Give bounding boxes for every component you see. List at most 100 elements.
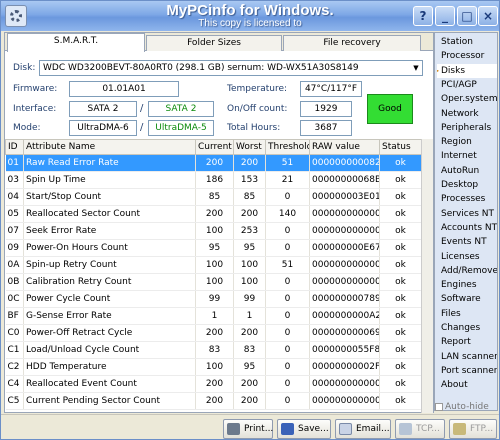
sidebar-item-accounts-nt[interactable]: Accounts NT bbox=[437, 221, 497, 235]
sidebar-item-pci-agp[interactable]: PCI/AGP bbox=[437, 78, 497, 92]
cell-raw: 000000000000 bbox=[309, 256, 380, 274]
sidebar: StationProcessorDisksPCI/AGPOper.systemN… bbox=[434, 32, 498, 411]
sidebar-item-processor[interactable]: Processor bbox=[437, 49, 497, 63]
cell-raw: 000000000069 bbox=[309, 324, 380, 342]
table-row[interactable]: C1 Load/Unload Cycle Count 83 83 0 0000000055… bbox=[5, 341, 421, 359]
col-header-current[interactable]: Current bbox=[195, 139, 234, 155]
disk-select[interactable]: WDC WD3200BEVT-80A0RT0 (298.1 GB) sernum… bbox=[39, 60, 423, 76]
table-row[interactable]: 01 Raw Read Error Rate 200 200 51 00000000008… bbox=[5, 154, 421, 172]
table-row[interactable]: 09 Power-On Hours Count 95 95 0 000000000E67 o… bbox=[5, 239, 421, 257]
table-row[interactable]: 0B Calibration Retry Count 100 100 0 00000000… bbox=[5, 273, 421, 291]
tab-smart[interactable]: S.M.A.R.T. bbox=[7, 33, 145, 52]
cell-current: 100 bbox=[195, 256, 234, 274]
col-header-threshold[interactable]: Threshold bbox=[265, 139, 310, 155]
table-row[interactable]: 0A Spin-up Retry Count 100 100 51 00000000000… bbox=[5, 256, 421, 274]
cell-attribute: G-Sense Error Rate bbox=[23, 307, 196, 325]
table-row[interactable]: C5 Current Pending Sector Count 200 200 0 000… bbox=[5, 392, 421, 410]
interface-label: Interface: bbox=[13, 104, 57, 114]
sidebar-item-engines[interactable]: Engines bbox=[437, 278, 497, 292]
dropdown-arrow-icon[interactable]: ▼ bbox=[410, 61, 422, 75]
sidebar-item-events-nt[interactable]: Events NT bbox=[437, 235, 497, 249]
tab-folder-sizes[interactable]: Folder Sizes bbox=[146, 35, 282, 51]
sidebar-item-processes[interactable]: Processes bbox=[437, 192, 497, 206]
help-button[interactable]: ? bbox=[413, 6, 433, 26]
title-bar[interactable]: MyPCinfo for Windows. This copy is licen… bbox=[1, 1, 499, 31]
cell-status: ok bbox=[379, 392, 421, 410]
ftp-button[interactable]: FTP... bbox=[449, 419, 497, 439]
interface-separator: / bbox=[140, 103, 144, 114]
table-row[interactable]: 03 Spin Up Time 186 153 21 00000000068B ok bbox=[5, 171, 421, 189]
printer-icon bbox=[227, 423, 240, 435]
cell-id: 0A bbox=[5, 256, 24, 274]
sidebar-item-lan-scanner[interactable]: LAN scanner bbox=[437, 350, 497, 364]
print-button[interactable]: Print... bbox=[223, 419, 273, 439]
sidebar-item-about[interactable]: About bbox=[437, 378, 497, 392]
sidebar-item-region[interactable]: Region bbox=[437, 135, 497, 149]
cell-worst: 95 bbox=[233, 239, 266, 257]
cell-threshold: 0 bbox=[265, 324, 310, 342]
sidebar-item-internet[interactable]: Internet bbox=[437, 149, 497, 163]
table-row[interactable]: C4 Reallocated Event Count 200 200 0 00000000… bbox=[5, 375, 421, 393]
close-button[interactable]: × bbox=[478, 6, 498, 26]
cell-threshold: 0 bbox=[265, 273, 310, 291]
sidebar-item-desktop[interactable]: Desktop bbox=[437, 178, 497, 192]
sidebar-item-add-remove[interactable]: Add/Remove bbox=[437, 264, 497, 278]
cell-threshold: 0 bbox=[265, 307, 310, 325]
table-row[interactable]: C0 Power-Off Retract Cycle 200 200 0 00000000… bbox=[5, 324, 421, 342]
col-header-id[interactable]: ID bbox=[5, 139, 24, 155]
table-row[interactable]: 05 Reallocated Sector Count 200 200 140 00000… bbox=[5, 205, 421, 223]
sidebar-item-station[interactable]: Station bbox=[437, 35, 497, 49]
sidebar-item-oper-system[interactable]: Oper.system bbox=[437, 92, 497, 106]
cell-raw: 000000000E67 bbox=[309, 239, 380, 257]
col-header-raw[interactable]: RAW value bbox=[309, 139, 380, 155]
cell-threshold: 51 bbox=[265, 154, 310, 172]
checkbox-icon[interactable] bbox=[435, 402, 443, 411]
cell-current: 1 bbox=[195, 307, 234, 325]
sidebar-item-services-nt[interactable]: Services NT bbox=[437, 207, 497, 221]
cell-raw: 000000000000 bbox=[309, 273, 380, 291]
sidebar-item-report[interactable]: Report bbox=[437, 335, 497, 349]
tcp-label: TCP... bbox=[416, 424, 440, 434]
sidebar-item-network[interactable]: Network bbox=[437, 107, 497, 121]
cell-status: ok bbox=[379, 324, 421, 342]
table-row[interactable]: BF G-Sense Error Rate 1 1 0 0000000000A2 ok bbox=[5, 307, 421, 325]
cell-attribute: Power-Off Retract Cycle bbox=[23, 324, 196, 342]
table-header-row: ID Attribute Name Current Worst Threshol… bbox=[5, 139, 421, 155]
save-label: Save... bbox=[298, 424, 329, 434]
col-header-attribute[interactable]: Attribute Name bbox=[23, 139, 196, 155]
table-row[interactable]: C2 HDD Temperature 100 95 0 00000000002F ok bbox=[5, 358, 421, 376]
maximize-button[interactable]: □ bbox=[457, 6, 477, 26]
cell-worst: 153 bbox=[233, 171, 266, 189]
tab-file-recovery[interactable]: File recovery bbox=[283, 35, 421, 51]
minimize-button[interactable]: _ bbox=[435, 6, 455, 26]
cell-threshold: 0 bbox=[265, 375, 310, 393]
sidebar-item-software[interactable]: Software bbox=[437, 292, 497, 306]
table-row[interactable]: 07 Seek Error Rate 100 253 0 000000000000 ok bbox=[5, 222, 421, 240]
sidebar-item-autorun[interactable]: AutoRun bbox=[437, 164, 497, 178]
autohide-checkbox[interactable]: Auto-hide bbox=[435, 402, 499, 414]
cell-raw: 00000000002F bbox=[309, 358, 380, 376]
folder-icon bbox=[453, 423, 466, 435]
sidebar-item-changes[interactable]: Changes bbox=[437, 321, 497, 335]
table-row[interactable]: 04 Start/Stop Count 85 85 0 000000003E01 ok bbox=[5, 188, 421, 206]
email-button[interactable]: Email... bbox=[335, 419, 391, 439]
cell-threshold: 0 bbox=[265, 341, 310, 359]
sidebar-item-disks[interactable]: Disks bbox=[437, 63, 497, 78]
sidebar-item-files[interactable]: Files bbox=[437, 307, 497, 321]
table-scrollbar[interactable] bbox=[421, 139, 433, 413]
table-row[interactable]: 0C Power Cycle Count 99 99 0 000000000789 ok bbox=[5, 290, 421, 308]
cell-threshold: 0 bbox=[265, 239, 310, 257]
col-header-worst[interactable]: Worst bbox=[233, 139, 266, 155]
sidebar-item-licenses[interactable]: Licenses bbox=[437, 250, 497, 264]
onoff-value: 1929 bbox=[300, 101, 352, 117]
sidebar-item-peripherals[interactable]: Peripherals bbox=[437, 121, 497, 135]
cell-raw: 0000000055F89 bbox=[309, 341, 380, 359]
onoff-label: On/Off count: bbox=[227, 104, 288, 114]
save-button[interactable]: Save... bbox=[277, 419, 331, 439]
tcp-button[interactable]: TCP... bbox=[395, 419, 445, 439]
sidebar-item-port-scanner[interactable]: Port scanner bbox=[437, 364, 497, 378]
col-header-status[interactable]: Status bbox=[379, 139, 421, 155]
cell-id: C1 bbox=[5, 341, 24, 359]
cell-worst: 200 bbox=[233, 154, 266, 172]
mode-separator: / bbox=[140, 122, 144, 133]
